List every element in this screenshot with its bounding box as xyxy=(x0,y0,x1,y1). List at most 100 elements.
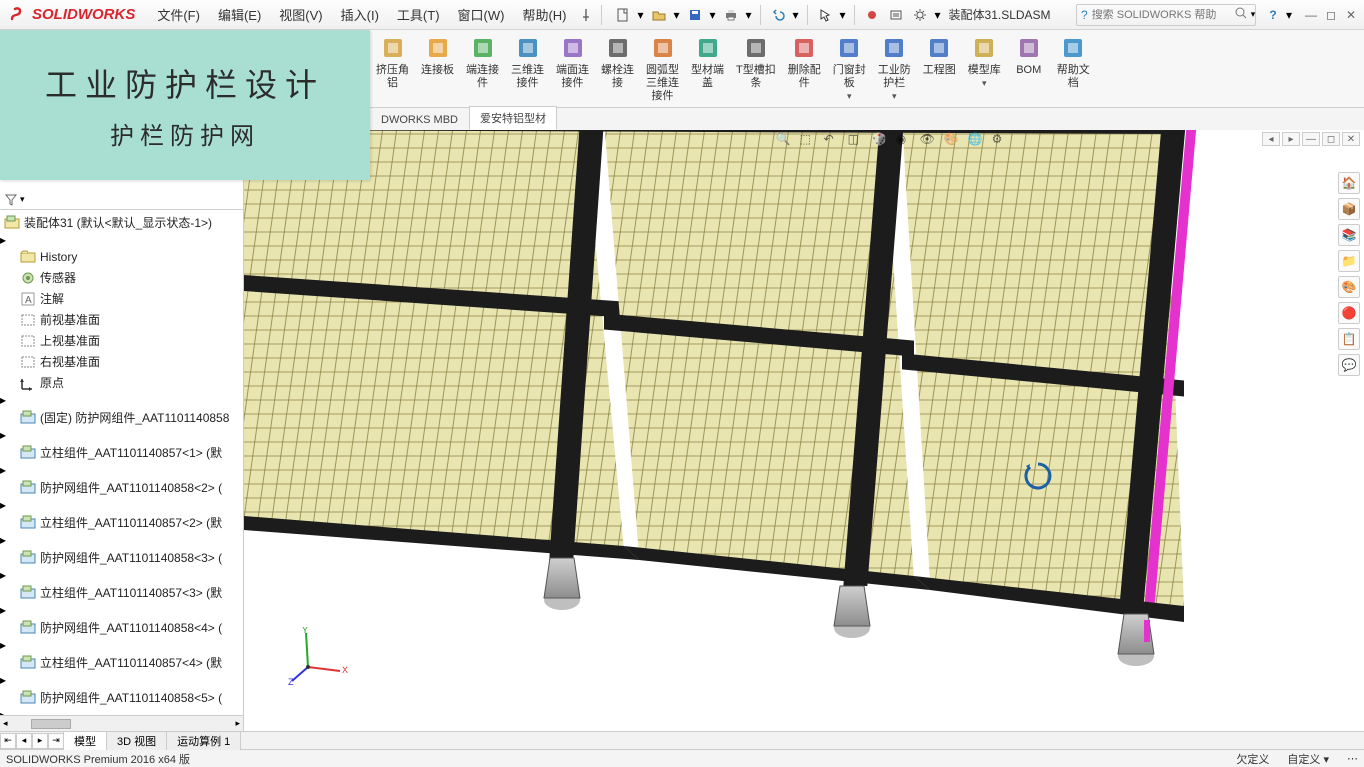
ribbon-button-10[interactable]: 门窗封板▾ xyxy=(827,30,872,107)
ribbon-button-4[interactable]: 端面连接件 xyxy=(550,30,595,107)
dropdown-icon[interactable]: ▾ xyxy=(1251,9,1256,20)
zoom-fit-icon[interactable]: 🔍 xyxy=(776,132,796,152)
ribbon-button-7[interactable]: 型材端盖 xyxy=(685,30,730,107)
forum-icon[interactable]: 💬 xyxy=(1338,354,1360,376)
rebuild-icon[interactable] xyxy=(861,4,883,26)
tree-item[interactable]: A注解 xyxy=(0,288,243,309)
tab-aat-aluminum[interactable]: 爱安特铝型材 xyxy=(469,106,557,130)
save-icon[interactable] xyxy=(684,4,706,26)
ribbon-button-6[interactable]: 圆弧型三维连接件 xyxy=(640,30,685,107)
settings-icon[interactable] xyxy=(909,4,931,26)
open-icon[interactable] xyxy=(648,4,670,26)
orientation-triad[interactable]: X Y Z xyxy=(288,627,348,687)
appearances-icon[interactable]: 🔴 xyxy=(1338,302,1360,324)
expand-icon[interactable]: ▸ xyxy=(0,463,6,477)
status-custom-label[interactable]: 自定义 ▾ xyxy=(1287,751,1329,767)
search-icon[interactable] xyxy=(1234,6,1248,23)
view-settings-icon[interactable]: ⚙ xyxy=(992,132,1012,152)
vp-maximize-button[interactable]: ◻ xyxy=(1322,132,1340,146)
tab-first-button[interactable]: ⇤ xyxy=(0,733,16,749)
close-button[interactable]: ✕ xyxy=(1342,6,1360,24)
undo-icon[interactable] xyxy=(767,4,789,26)
tree-item[interactable]: 防护网组件_AAT1101140858<2> ( xyxy=(0,477,243,498)
help-search-input[interactable] xyxy=(1092,9,1234,21)
tree-item[interactable]: 前视基准面 xyxy=(0,309,243,330)
help-button[interactable]: ? xyxy=(1262,4,1284,26)
tree-item[interactable]: 防护网组件_AAT1101140858<3> ( xyxy=(0,547,243,568)
feature-tree[interactable]: 装配体31 (默认<默认_显示状态-1>) ▸History传感器A注解前视基准… xyxy=(0,210,243,715)
ribbon-button-13[interactable]: 模型库▾ xyxy=(962,30,1007,107)
tree-item[interactable]: History xyxy=(0,247,243,267)
tree-item[interactable]: 原点 xyxy=(0,372,243,393)
ribbon-button-12[interactable]: 工程图 xyxy=(917,30,962,107)
dropdown-icon[interactable]: ▾ xyxy=(982,78,987,89)
scene-icon[interactable]: 🌐 xyxy=(968,132,988,152)
vp-close-button[interactable]: ✕ xyxy=(1342,132,1360,146)
menu-view[interactable]: 视图(V) xyxy=(271,1,330,28)
dropdown-icon[interactable]: ▾ xyxy=(672,8,682,22)
expand-icon[interactable]: ▸ xyxy=(0,708,6,715)
expand-icon[interactable]: ▸ xyxy=(0,428,6,442)
menu-edit[interactable]: 编辑(E) xyxy=(210,1,269,28)
expand-icon[interactable]: ▸ xyxy=(0,673,6,687)
tree-item[interactable]: (固定) 防护网组件_AAT1101140858 xyxy=(0,407,243,428)
help-search[interactable]: ? ▾ xyxy=(1076,4,1256,26)
expand-icon[interactable]: ▸ xyxy=(0,233,6,247)
view-palette-icon[interactable]: 🎨 xyxy=(1338,276,1360,298)
expand-icon[interactable]: ▸ xyxy=(0,393,6,407)
print-icon[interactable] xyxy=(720,4,742,26)
vp-minimize-button[interactable]: — xyxy=(1302,132,1320,146)
ribbon-button-1[interactable]: 连接板 xyxy=(415,30,460,107)
ribbon-button-3[interactable]: 三维连接件 xyxy=(505,30,550,107)
tree-item[interactable]: 立柱组件_AAT1101140857<2> (默 xyxy=(0,512,243,533)
expand-icon[interactable]: ▸ xyxy=(0,603,6,617)
custom-props-icon[interactable]: 📋 xyxy=(1338,328,1360,350)
tree-root[interactable]: 装配体31 (默认<默认_显示状态-1>) xyxy=(0,212,243,233)
options-icon[interactable] xyxy=(885,4,907,26)
ribbon-button-9[interactable]: 删除配件 xyxy=(782,30,827,107)
zoom-area-icon[interactable]: ⬚ xyxy=(800,132,820,152)
tree-item[interactable]: 立柱组件_AAT1101140857<1> (默 xyxy=(0,442,243,463)
dropdown-icon[interactable]: ▾ xyxy=(636,8,646,22)
dropdown-icon[interactable]: ▾ xyxy=(791,8,801,22)
graphics-viewport[interactable]: ◂ ▸ — ◻ ✕ 🔍 ⬚ ↶ ◫ 🎲 ◉ 👁 🎨 🌐 ⚙ xyxy=(244,130,1364,731)
ribbon-button-0[interactable]: 挤压角铝 xyxy=(370,30,415,107)
tab-mbd[interactable]: DWORKS MBD xyxy=(370,110,469,130)
tree-item[interactable]: 上视基准面 xyxy=(0,330,243,351)
hide-show-icon[interactable]: 👁 xyxy=(920,132,940,152)
maximize-button[interactable]: ◻ xyxy=(1322,6,1340,24)
tree-filter-bar[interactable]: ▾ xyxy=(0,190,243,210)
ribbon-button-8[interactable]: T型槽扣条 xyxy=(730,30,782,107)
dropdown-icon[interactable]: ▾ xyxy=(708,8,718,22)
new-doc-icon[interactable] xyxy=(612,4,634,26)
tree-h-scrollbar[interactable]: ◂ ▸ xyxy=(0,715,243,731)
tab-motion-study[interactable]: 运动算例 1 xyxy=(166,731,241,750)
menu-file[interactable]: 文件(F) xyxy=(149,1,208,28)
tab-next-button[interactable]: ▸ xyxy=(32,733,48,749)
dropdown-icon[interactable]: ▾ xyxy=(838,8,848,22)
menu-insert[interactable]: 插入(I) xyxy=(333,1,387,28)
tree-item[interactable]: 立柱组件_AAT1101140857<3> (默 xyxy=(0,582,243,603)
view-orientation-icon[interactable]: 🎲 xyxy=(872,132,892,152)
file-explorer-icon[interactable]: 📁 xyxy=(1338,250,1360,272)
vp-next-button[interactable]: ▸ xyxy=(1282,132,1300,146)
tab-model[interactable]: 模型 xyxy=(63,731,107,750)
dropdown-icon[interactable]: ▾ xyxy=(20,194,25,205)
minimize-button[interactable]: — xyxy=(1302,6,1320,24)
menu-help[interactable]: 帮助(H) xyxy=(514,1,574,28)
expand-icon[interactable]: ▸ xyxy=(0,498,6,512)
pin-icon[interactable] xyxy=(575,4,597,26)
prev-view-icon[interactable]: ↶ xyxy=(824,132,844,152)
tab-prev-button[interactable]: ◂ xyxy=(16,733,32,749)
home-icon[interactable]: 🏠 xyxy=(1338,172,1360,194)
tree-item[interactable]: 防护网组件_AAT1101140858<5> ( xyxy=(0,687,243,708)
ribbon-button-14[interactable]: BOM xyxy=(1007,30,1051,107)
tree-item[interactable]: 右视基准面 xyxy=(0,351,243,372)
menu-tools[interactable]: 工具(T) xyxy=(389,1,448,28)
ribbon-button-15[interactable]: 帮助文档 xyxy=(1051,30,1096,107)
dropdown-icon[interactable]: ▾ xyxy=(933,8,943,22)
scrollbar-thumb[interactable] xyxy=(31,719,71,729)
menu-window[interactable]: 窗口(W) xyxy=(450,1,513,28)
expand-icon[interactable]: ▸ xyxy=(0,568,6,582)
tree-item[interactable]: 防护网组件_AAT1101140858<4> ( xyxy=(0,617,243,638)
